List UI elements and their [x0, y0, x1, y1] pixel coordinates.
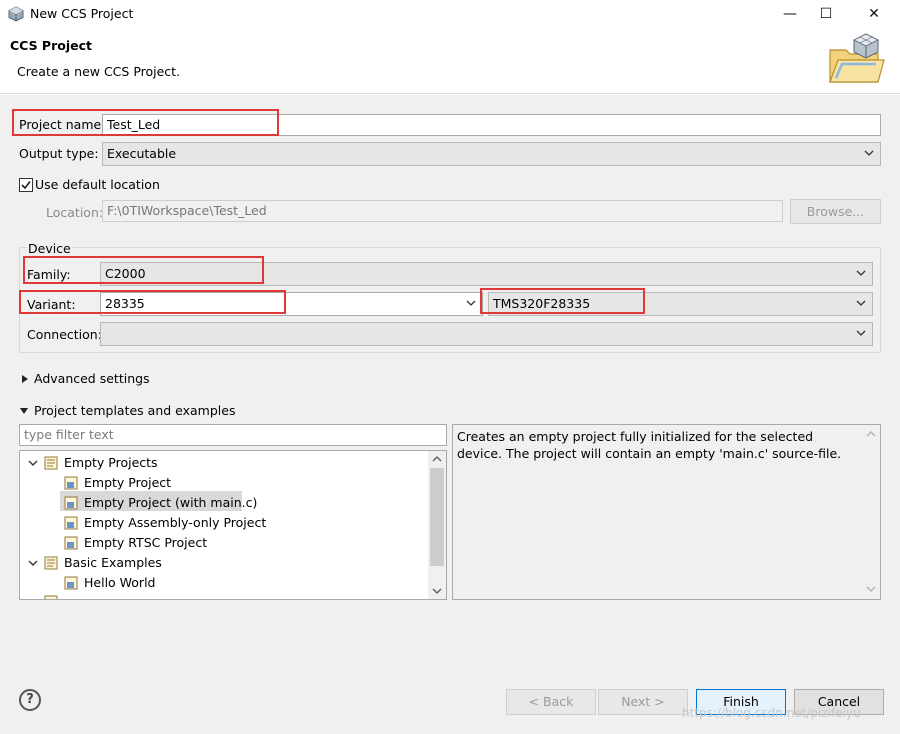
variant-label: Variant: — [27, 297, 76, 312]
templates-section-toggle[interactable]: Project templates and examples — [34, 403, 235, 418]
new-project-folder-icon — [829, 33, 885, 83]
tree-item-empty-project-main[interactable]: Empty Project (with main.c) — [20, 493, 428, 513]
help-icon: ? — [26, 692, 34, 707]
template-group-icon — [44, 595, 58, 599]
tree-item-label: Hello World — [84, 575, 156, 590]
scroll-down-icon[interactable] — [432, 587, 442, 595]
output-type-select[interactable]: Executable — [102, 142, 881, 166]
expand-chevron-icon[interactable] — [26, 556, 40, 570]
template-description: Creates an empty project fully initializ… — [452, 424, 881, 600]
tree-item-label: Empty Project — [84, 475, 172, 490]
chevron-down-icon — [856, 330, 866, 336]
next-button[interactable]: Next > — [598, 689, 688, 715]
templates-tree: Empty Projects Empty Project Empty Proje… — [19, 450, 447, 600]
tree-item-empty-assembly-project[interactable]: Empty Assembly-only Project — [20, 513, 428, 533]
chevron-down-icon — [856, 270, 866, 276]
location-label: Location: — [46, 205, 104, 220]
tree-item-label: Empty RTSC Project — [84, 535, 208, 550]
family-label: Family: — [27, 267, 71, 282]
back-button[interactable]: < Back — [506, 689, 596, 715]
page-title: CCS Project — [10, 38, 92, 53]
use-default-location-checkbox[interactable] — [19, 178, 33, 192]
project-name-label: Project name: — [19, 117, 106, 132]
collapsed-triangle-icon[interactable] — [20, 374, 30, 384]
ccs-app-icon — [8, 6, 24, 22]
maximize-button[interactable]: ☐ — [804, 0, 848, 28]
tree-item-empty-projects[interactable]: Empty Projects — [20, 453, 428, 473]
template-group-icon — [44, 456, 58, 470]
project-name-input[interactable]: Test_Led — [102, 114, 881, 136]
close-button[interactable]: ✕ — [852, 0, 896, 28]
tree-item-partial — [20, 593, 428, 599]
watermark-text: https://blog.csdn.net/pizifeiyu — [682, 706, 861, 720]
scroll-up-icon[interactable] — [866, 430, 876, 438]
project-template-icon — [64, 576, 78, 590]
chevron-down-icon — [856, 300, 866, 306]
window-title: New CCS Project — [30, 6, 134, 21]
scroll-up-icon[interactable] — [432, 455, 442, 463]
project-template-icon — [64, 496, 78, 510]
variant-filter-value: 28335 — [105, 296, 145, 311]
expanded-triangle-icon[interactable] — [19, 406, 29, 416]
tree-item-empty-rtsc-project[interactable]: Empty RTSC Project — [20, 533, 428, 553]
scroll-down-icon[interactable] — [866, 585, 876, 593]
chevron-down-icon — [466, 300, 476, 306]
project-template-icon — [64, 516, 78, 530]
output-type-label: Output type: — [19, 146, 99, 161]
project-template-icon — [64, 536, 78, 550]
tree-item-label: Empty Project (with main.c) — [84, 495, 258, 510]
connection-select[interactable] — [100, 322, 873, 346]
project-template-icon — [64, 476, 78, 490]
expand-chevron-icon[interactable] — [26, 456, 40, 470]
variant-select[interactable]: TMS320F28335 — [488, 292, 873, 316]
variant-filter-combo[interactable]: 28335 — [100, 292, 483, 316]
browse-button[interactable]: Browse... — [790, 199, 881, 224]
connection-label: Connection: — [27, 327, 102, 342]
family-value: C2000 — [105, 266, 146, 281]
title-bar: New CCS Project — ☐ ✕ — [0, 0, 900, 28]
maximize-icon: ☐ — [819, 6, 833, 22]
device-group-label: Device — [27, 241, 72, 256]
tree-item-hello-world[interactable]: Hello World — [20, 573, 428, 593]
minimize-icon: — — [783, 6, 797, 22]
page-subtitle: Create a new CCS Project. — [17, 64, 181, 79]
tree-item-label: Empty Assembly-only Project — [84, 515, 267, 530]
tree-item-label: Empty Projects — [64, 455, 158, 470]
tree-item-basic-examples[interactable]: Basic Examples — [20, 553, 428, 573]
tree-item-label: Basic Examples — [64, 555, 162, 570]
template-group-icon — [44, 556, 58, 570]
description-scrollbar[interactable] — [862, 425, 880, 599]
template-filter-input[interactable]: type filter text — [19, 424, 447, 446]
variant-value: TMS320F28335 — [493, 296, 591, 311]
location-input: F:\0TIWorkspace\Test_Led — [102, 200, 783, 222]
chevron-down-icon — [864, 150, 874, 156]
use-default-location-label: Use default location — [35, 177, 160, 192]
family-select[interactable]: C2000 — [100, 262, 873, 286]
output-type-value: Executable — [107, 146, 177, 161]
help-button[interactable]: ? — [19, 689, 41, 711]
advanced-settings-toggle[interactable]: Advanced settings — [34, 371, 150, 386]
tree-item-empty-project[interactable]: Empty Project — [20, 473, 428, 493]
close-icon: ✕ — [868, 6, 880, 22]
wizard-header: CCS Project Create a new CCS Project. — [0, 28, 900, 94]
tree-scroll-thumb[interactable] — [430, 468, 444, 566]
